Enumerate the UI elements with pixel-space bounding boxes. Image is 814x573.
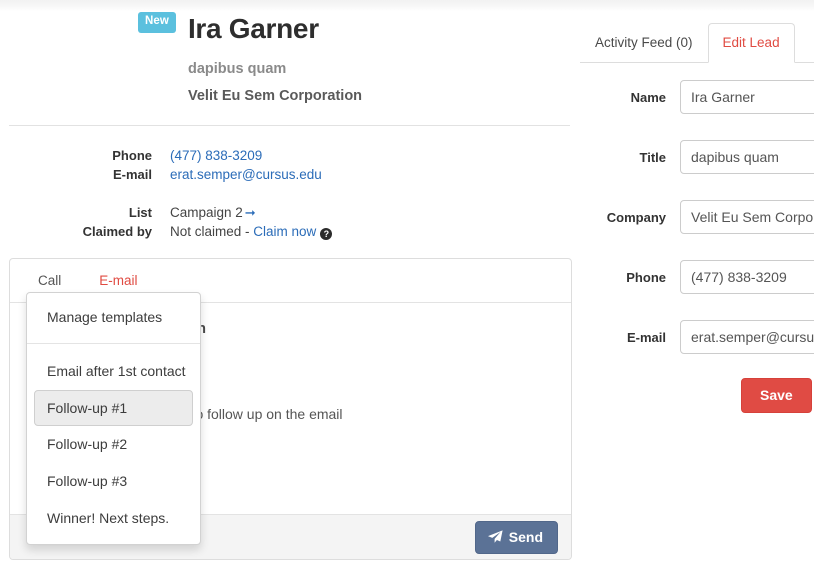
phone-link[interactable]: (477) 838-3209: [170, 148, 262, 163]
right-panel-tabs: Activity Feed (0) Edit Lead: [580, 18, 814, 63]
email-field-label: E-mail: [626, 329, 666, 345]
tab-edit-lead[interactable]: Edit Lead: [707, 22, 795, 63]
paper-plane-icon: [487, 529, 503, 544]
email-value: erat.semper@cursus.edu: [170, 166, 322, 185]
phone-value: (477) 838-3209: [170, 147, 262, 166]
field-row-title: Title: [580, 140, 814, 174]
claimed-value: Not claimed - Claim now?: [170, 223, 333, 242]
email-field[interactable]: [680, 320, 814, 354]
phone-field[interactable]: [680, 260, 814, 294]
lead-header: New Ira Garner dapibus quam Velit Eu Sem…: [0, 12, 570, 106]
menu-item-follow-up-2[interactable]: Follow-up #2: [27, 426, 200, 463]
phone-label: Phone: [112, 148, 152, 163]
email-label: E-mail: [112, 166, 152, 182]
tab-call[interactable]: Call: [38, 273, 61, 288]
company-field[interactable]: [680, 200, 814, 234]
field-row-name: Name: [580, 80, 814, 114]
tab-activity-feed[interactable]: Activity Feed (0): [580, 23, 708, 64]
email-row: E-mail erat.semper@cursus.edu: [0, 166, 570, 185]
list-name: Campaign 2: [170, 205, 243, 220]
lead-title: dapibus quam: [188, 60, 287, 77]
lead-company: Velit Eu Sem Corporation: [188, 88, 363, 105]
claimed-status: Not claimed -: [170, 223, 254, 239]
company-field-label: Company: [606, 209, 666, 225]
list-value: Campaign 2 ➞: [170, 204, 256, 223]
lead-left-column: New Ira Garner dapibus quam Velit Eu Sem…: [0, 0, 580, 573]
arrow-right-icon[interactable]: ➞: [245, 205, 256, 220]
send-button[interactable]: Send: [474, 520, 558, 554]
send-button-label: Send: [508, 528, 543, 545]
list-row: List Campaign 2 ➞: [0, 204, 570, 223]
header-divider: [9, 125, 570, 126]
name-field[interactable]: [680, 80, 814, 114]
title-field-label: Title: [639, 149, 667, 165]
menu-item-follow-up-1[interactable]: Follow-up #1: [34, 389, 193, 427]
field-row-email: E-mail: [580, 320, 814, 354]
list-label: List: [128, 205, 152, 220]
template-dropdown-menu: Manage templates Email after 1st contact…: [26, 292, 201, 545]
claim-now-link[interactable]: Claim now: [253, 224, 316, 239]
field-row-company: Company: [580, 200, 814, 234]
menu-divider: [27, 342, 200, 344]
menu-item-email-after-1st-contact[interactable]: Email after 1st contact: [27, 353, 200, 390]
claimed-label: Claimed by: [82, 223, 152, 239]
help-icon[interactable]: ?: [320, 227, 333, 240]
field-row-phone: Phone: [580, 260, 814, 294]
name-field-label: Name: [630, 89, 666, 105]
menu-item-manage-templates[interactable]: Manage templates: [27, 299, 200, 336]
lead-name-row: New Ira Garner: [0, 12, 570, 45]
tab-email[interactable]: E-mail: [99, 273, 137, 288]
menu-item-follow-up-3[interactable]: Follow-up #3: [27, 463, 200, 500]
save-button[interactable]: Save: [741, 378, 812, 413]
title-field[interactable]: [680, 140, 814, 174]
contact-details: Phone (477) 838-3209 E-mail erat.semper@…: [0, 147, 570, 184]
email-link[interactable]: erat.semper@cursus.edu: [170, 167, 322, 182]
list-details: List Campaign 2 ➞ Claimed by Not claimed …: [0, 204, 570, 241]
lead-detail-screen: New Ira Garner dapibus quam Velit Eu Sem…: [0, 0, 814, 573]
page-title: Ira Garner: [187, 13, 319, 44]
phone-field-label: Phone: [626, 269, 666, 285]
phone-row: Phone (477) 838-3209: [0, 147, 570, 166]
status-badge: New: [138, 12, 176, 33]
claimed-row: Claimed by Not claimed - Claim now?: [0, 223, 570, 242]
menu-item-winner-next-steps[interactable]: Winner! Next steps.: [27, 500, 200, 537]
